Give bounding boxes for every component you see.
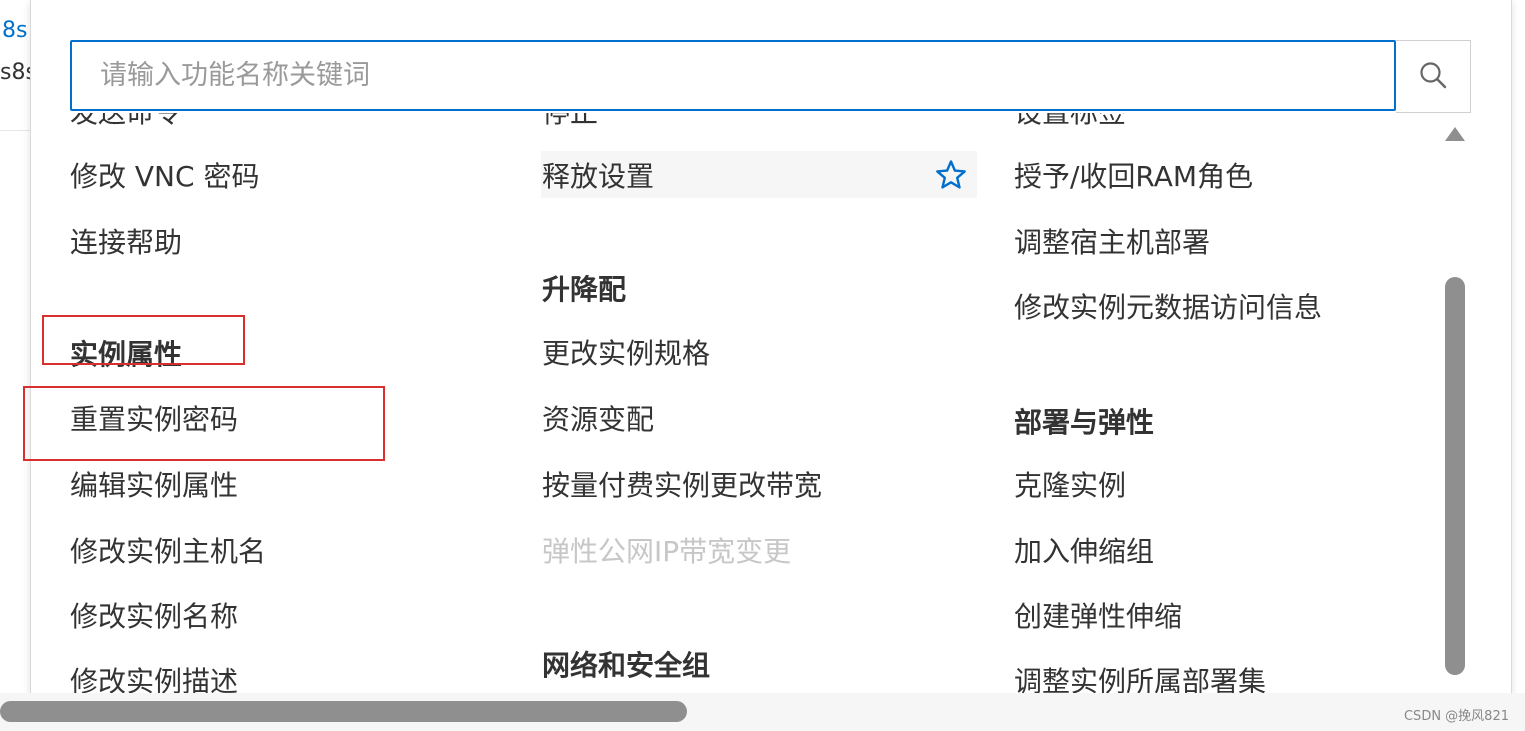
menu-item-resource-change[interactable]: 资源变配 — [542, 403, 654, 437]
vertical-scrollbar-thumb[interactable] — [1445, 277, 1465, 675]
menu-item-modify-metadata-access[interactable]: 修改实例元数据访问信息 — [1014, 291, 1322, 325]
menu-item-release-settings[interactable]: 释放设置 — [542, 160, 654, 194]
menu-item-join-scaling-group[interactable]: 加入伸缩组 — [1014, 535, 1154, 569]
search-icon — [1419, 61, 1447, 93]
group-heading-upgrade-downgrade: 升降配 — [542, 273, 627, 306]
menu-item-eip-bandwidth-change: 弹性公网IP带宽变更 — [542, 535, 792, 568]
scroll-up-arrow-icon[interactable] — [1443, 124, 1467, 148]
search-input[interactable] — [72, 42, 1394, 109]
menu-item-connection-help[interactable]: 连接帮助 — [70, 226, 182, 260]
background-page: 8s s8s — [0, 0, 37, 131]
menu-item-pay-as-you-go-bandwidth[interactable]: 按量付费实例更改带宽 — [542, 469, 822, 503]
menu-item-adjust-host-deployment[interactable]: 调整宿主机部署 — [1014, 226, 1210, 260]
star-outline-icon[interactable] — [935, 159, 967, 195]
menu-item-create-auto-scaling[interactable]: 创建弹性伸缩 — [1014, 600, 1182, 634]
menu-item-modify-vnc-password[interactable]: 修改 VNC 密码 — [70, 160, 259, 194]
annotation-box-instance-attributes — [42, 315, 245, 365]
search-field[interactable] — [70, 40, 1396, 111]
menu-item-modify-instance-name[interactable]: 修改实例名称 — [70, 600, 238, 634]
background-page-right — [1510, 0, 1525, 700]
menu-item-modify-hostname[interactable]: 修改实例主机名 — [70, 535, 266, 569]
annotation-box-reset-password — [23, 386, 385, 461]
watermark: CSDN @挽风821 — [1403, 709, 1509, 724]
menu-item-edit-instance-attributes[interactable]: 编辑实例属性 — [70, 469, 238, 503]
menu-item-adjust-deployment-set[interactable]: 调整实例所属部署集 — [1014, 665, 1266, 693]
menu-item-clone-instance[interactable]: 克隆实例 — [1014, 469, 1126, 503]
group-heading-deployment-elasticity: 部署与弹性 — [1014, 406, 1155, 439]
search-button[interactable] — [1396, 40, 1471, 113]
operations-dropdown-panel: 发送命令 停止 设置标签 修改 VNC 密码 连接帮助 实例属性 重置实例密码 … — [30, 0, 1512, 694]
background-link-text[interactable]: 8s — [2, 18, 27, 44]
menu-item-change-instance-type[interactable]: 更改实例规格 — [542, 337, 710, 371]
group-heading-network-security-group: 网络和安全组 — [542, 649, 711, 682]
horizontal-scrollbar-thumb[interactable] — [0, 701, 687, 722]
menu-item-modify-instance-description[interactable]: 修改实例描述 — [70, 665, 238, 693]
menu-item-grant-revoke-ram-role[interactable]: 授予/收回RAM角色 — [1014, 160, 1253, 194]
